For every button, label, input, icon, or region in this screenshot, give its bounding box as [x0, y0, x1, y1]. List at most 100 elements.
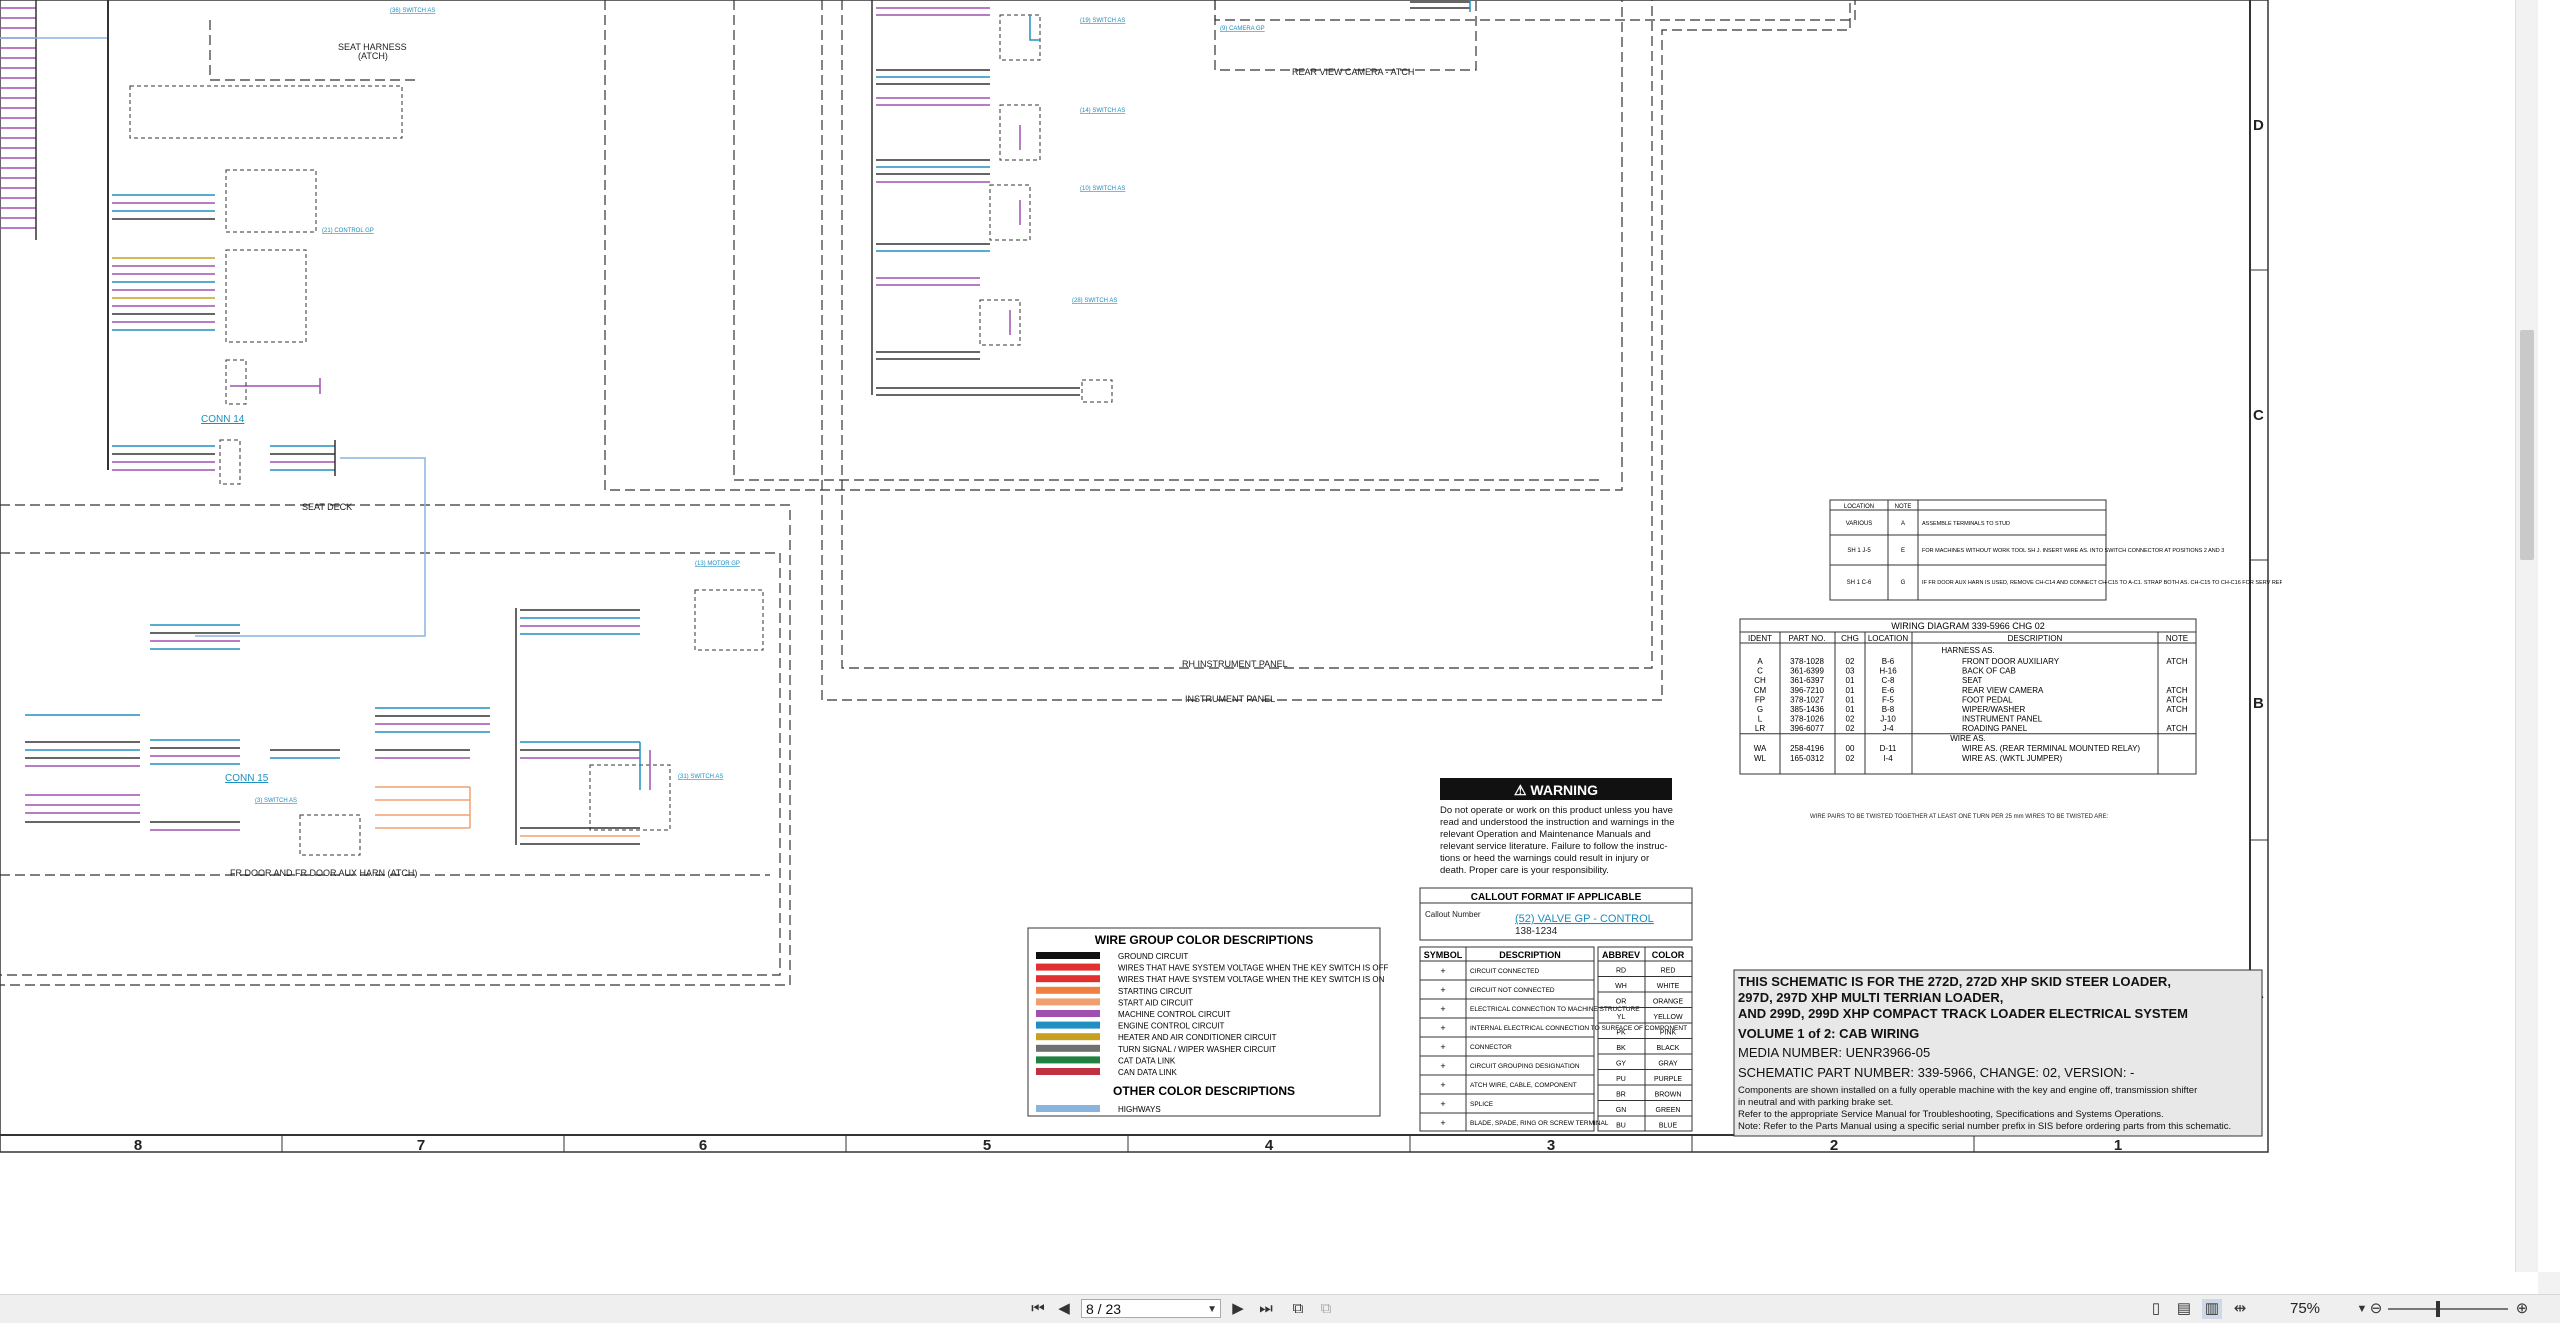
svg-text:CHG: CHG [1841, 634, 1859, 643]
svg-text:tions or heed the warnings cou: tions or heed the warnings could result … [1440, 853, 1649, 864]
two-page-icon[interactable]: ▥ [2202, 1299, 2222, 1319]
continuous-page-icon[interactable]: ▤ [2174, 1299, 2194, 1319]
symbol-glyph: + [1440, 1042, 1445, 1052]
wiring-table-cell: FOOT PEDAL [1962, 695, 2013, 704]
last-page-icon[interactable]: ⏭ [1256, 1299, 1276, 1319]
svg-text:138-1234: 138-1234 [1515, 926, 1558, 937]
wiring-table-cell: LR [1755, 724, 1765, 733]
svg-text:read and understood the instru: read and understood the instruction and … [1440, 817, 1675, 828]
single-page-icon[interactable]: ▯ [2146, 1299, 2166, 1319]
label-conn14: CONN 14 [201, 414, 245, 425]
first-page-icon[interactable]: ⏮ [1028, 1299, 1048, 1319]
zoom-slider-knob[interactable] [2436, 1301, 2440, 1317]
wiring-table-cell: BACK OF CAB [1962, 667, 2016, 676]
wire-swatch [1036, 963, 1100, 971]
color-abbrev: GN [1616, 1107, 1627, 1114]
symbol-glyph: + [1440, 1004, 1445, 1014]
wire-swatch [1036, 1021, 1100, 1029]
wiring-table-cell: 385-1436 [1790, 705, 1824, 714]
svg-text:(14) SWITCH AS: (14) SWITCH AS [1080, 108, 1125, 114]
fit-icon[interactable]: ⧉ [1316, 1299, 1336, 1319]
svg-text:E: E [1901, 548, 1905, 554]
svg-text:CALLOUT FORMAT IF APPLICABLE: CALLOUT FORMAT IF APPLICABLE [1471, 892, 1642, 903]
zoom-out-icon[interactable]: ⊖ [2366, 1299, 2386, 1319]
wiring-table-cell: ATCH [2166, 686, 2187, 695]
wiring-table-cell: A [1757, 657, 1763, 666]
symbol-desc: CONNECTOR [1470, 1044, 1512, 1051]
wire-swatch [1036, 986, 1100, 994]
color-abbrev: BK [1616, 1045, 1626, 1052]
callout-format-box: CALLOUT FORMAT IF APPLICABLE Callout Num… [1419, 887, 1693, 941]
zone-row-b: B [2253, 695, 2264, 712]
wire-group-label: WIRES THAT HAVE SYSTEM VOLTAGE WHEN THE … [1118, 975, 1385, 984]
wiring-table-cell: 03 [1846, 667, 1855, 676]
svg-text:WIRING DIAGRAM 339-5966 CHG 02: WIRING DIAGRAM 339-5966 CHG 02 [1891, 621, 2045, 631]
svg-text:(19) SWITCH AS: (19) SWITCH AS [1080, 18, 1125, 24]
color-abbrev: PU [1616, 1076, 1626, 1083]
prev-page-icon[interactable]: ◀ [1054, 1299, 1074, 1319]
color-name: PURPLE [1654, 1076, 1682, 1083]
twist-note: WIRE PAIRS TO BE TWISTED TOGETHER AT LEA… [1810, 814, 2109, 820]
wire-swatch [1036, 1010, 1100, 1017]
wiring-table-cell: FP [1755, 695, 1765, 704]
wiring-table-cell: B-6 [1882, 657, 1895, 666]
wiring-table-cell: C-8 [1882, 676, 1895, 685]
wiring-table-cell: 01 [1846, 695, 1855, 704]
next-page-icon[interactable]: ▶ [1228, 1299, 1248, 1319]
vertical-scrollbar[interactable] [2515, 0, 2538, 1272]
color-abbrev: BU [1616, 1123, 1626, 1130]
wiring-table-cell: WIRE AS. (REAR TERMINAL MOUNTED RELAY) [1962, 744, 2140, 753]
wiring-table-cell: WA [1754, 744, 1767, 753]
note-text: FOR MACHINES WITHOUT WORK TOOL SH J. INS… [1922, 548, 2224, 554]
document-viewport[interactable]: SEAT HARNESS (ATCH) SEAT DECK FR DOOR AN… [0, 0, 2538, 1272]
label-rear-cam: REAR VIEW CAMERA - ATCH [1292, 67, 1414, 77]
page-number-field[interactable]: 8 / 23 ▼ [1081, 1299, 1221, 1318]
symbol-desc: CIRCUIT NOT CONNECTED [1470, 987, 1555, 994]
wiring-table-cell: ATCH [2166, 695, 2187, 704]
wiring-table-cell: 396-7210 [1790, 686, 1824, 695]
wiring-table-cell: 02 [1846, 724, 1855, 733]
zone-col-5: 5 [983, 1137, 991, 1154]
chevron-down-icon[interactable]: ▼ [1207, 1300, 1217, 1319]
vertical-scroll-thumb[interactable] [2520, 330, 2534, 560]
color-abbrev: GY [1616, 1061, 1626, 1068]
svg-text:PART NO.: PART NO. [1789, 634, 1826, 643]
svg-text:(36) SWITCH AS: (36) SWITCH AS [390, 8, 435, 14]
wiring-table-cell: ATCH [2166, 724, 2187, 733]
notes-table: LOCATION NOTE VARIOUS A ASSEMBLE TERMINALS… [1829, 499, 2282, 601]
svg-text:Refer to the appropriate Servi: Refer to the appropriate Service Manual … [1738, 1109, 2164, 1120]
svg-text:HARNESS AS.: HARNESS AS. [1941, 646, 1994, 655]
wiring-table-cell: FRONT DOOR AUXILIARY [1962, 657, 2060, 666]
wiring-table-cell: 361-6399 [1790, 667, 1824, 676]
wiring-table-cell: 01 [1846, 686, 1855, 695]
svg-text:WIRE AS.: WIRE AS. [1950, 734, 1986, 743]
svg-text:DESCRIPTION: DESCRIPTION [2008, 634, 2063, 643]
label-conn15: CONN 15 [225, 773, 269, 784]
label-seat-deck: SEAT DECK [302, 502, 352, 512]
zoom-slider[interactable] [2388, 1308, 2508, 1310]
label-seat-harness-sub: (ATCH) [358, 51, 388, 61]
svg-text:DESCRIPTION: DESCRIPTION [1499, 950, 1561, 960]
svg-text:A: A [1901, 521, 1905, 527]
rotate-icon[interactable]: ⧉ [1288, 1299, 1308, 1319]
wiring-table-cell: E-6 [1882, 686, 1895, 695]
fit-width-icon[interactable]: ⇹ [2230, 1299, 2250, 1319]
zone-col-1: 1 [2114, 1137, 2122, 1154]
symbol-glyph: + [1440, 1080, 1445, 1090]
zone-col-7: 7 [417, 1137, 425, 1154]
zoom-in-icon[interactable]: ⊕ [2512, 1299, 2532, 1319]
color-abbrev: BR [1616, 1092, 1626, 1099]
wire-group-label: TURN SIGNAL / WIPER WASHER CIRCUIT [1118, 1045, 1276, 1054]
svg-text:Do not operate or work on this: Do not operate or work on this product u… [1440, 805, 1673, 816]
wiring-table-cell: H-16 [1879, 667, 1897, 676]
svg-text:G: G [1901, 580, 1906, 586]
wiring-table-cell: I-4 [1883, 754, 1893, 763]
wire-group-label: HEATER AND AIR CONDITIONER CIRCUIT [1118, 1033, 1277, 1042]
wire-group-label: CAT DATA LINK [1118, 1056, 1176, 1065]
label-inst-panel: INSTRUMENT PANEL [1185, 694, 1275, 704]
color-name: WHITE [1657, 983, 1680, 990]
wire-group-label: ENGINE CONTROL CIRCUIT [1118, 1022, 1224, 1031]
wire-group-label: START AID CIRCUIT [1118, 998, 1193, 1007]
svg-text:death. Proper care is your res: death. Proper care is your responsibilit… [1440, 865, 1609, 876]
wiring-table-cell: WL [1754, 754, 1767, 763]
